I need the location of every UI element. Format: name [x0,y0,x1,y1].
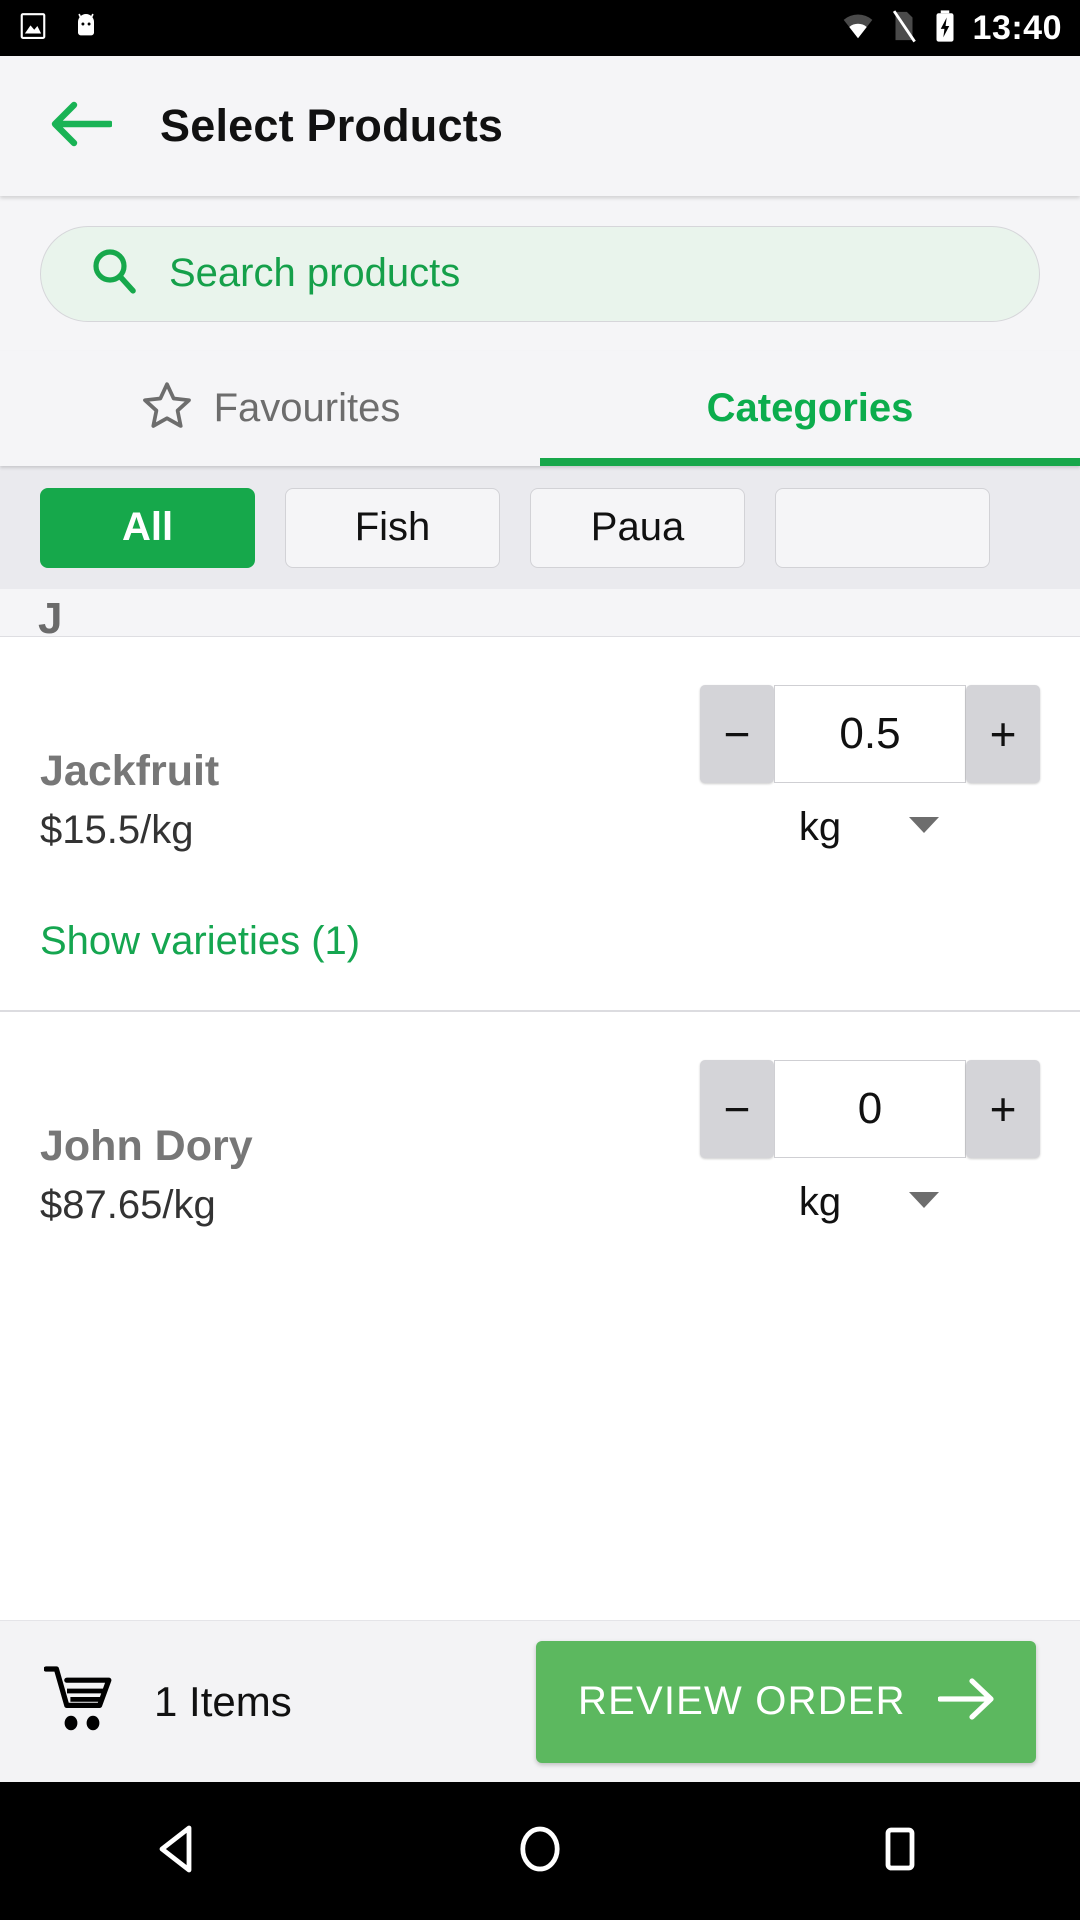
category-chip-partial[interactable] [775,487,990,568]
quantity-stepper: − 0.5 + kg [700,637,1040,850]
increment-button[interactable]: + [966,685,1040,783]
page-title: Select Products [160,100,504,151]
category-chip-paua[interactable]: Paua [530,487,745,568]
chevron-down-icon [907,1189,941,1216]
section-letter: J [38,594,63,637]
chevron-down-icon [907,814,941,841]
cart-item-count: 1 Items [154,1677,292,1725]
increment-button[interactable]: + [966,1060,1040,1159]
tab-favourites-label: Favourites [213,386,401,430]
category-chip-row[interactable]: All Fish Paua [0,466,1080,589]
quantity-value: 0 [857,1084,883,1134]
nav-recents-button[interactable] [840,1801,960,1901]
product-info: Jackfruit $15.5/kg [40,637,510,853]
product-info: John Dory $87.65/kg [40,1012,510,1228]
back-triangle-icon [151,1820,209,1883]
star-outline-icon [140,379,194,438]
status-bar-clock: 13:40 [972,9,1062,47]
list-item[interactable]: John Dory $87.65/kg − 0 + kg [0,1012,1080,1228]
back-arrow-icon [50,99,114,154]
search-icon [89,246,139,301]
back-button[interactable] [44,89,118,163]
android-robot-icon [70,10,102,47]
tab-favourites[interactable]: Favourites [0,351,540,466]
app-screen: 13:40 Select Products Search products Fa… [0,0,1080,1920]
category-chip-all[interactable]: All [40,487,255,568]
review-order-label: REVIEW ORDER [578,1679,906,1723]
unit-selector[interactable]: kg [799,805,941,850]
status-bar-left-icons [18,10,102,47]
tab-bar: Favourites Categories [0,351,1080,466]
status-bar-right-icons: 13:40 [841,9,1062,48]
list-item[interactable]: Jackfruit $15.5/kg − 0.5 + kg Show varie… [0,637,1080,964]
status-bar: 13:40 [0,0,1080,56]
unit-label: kg [798,1180,842,1225]
product-price: $15.5/kg [40,808,194,853]
unit-selector[interactable]: kg [799,1180,941,1225]
wifi-icon [841,11,875,46]
product-list: J Jackfruit $15.5/kg − 0.5 + kg Show var… [0,589,1080,1620]
sim-off-icon [891,9,917,48]
search-area: Search products [0,196,1080,351]
tab-categories[interactable]: Categories [540,351,1080,466]
product-name: John Dory [40,1122,253,1171]
arrow-right-icon [937,1677,994,1726]
product-price: $87.65/kg [40,1183,216,1228]
plus-icon: + [989,708,1017,760]
app-bar: Select Products [0,56,1080,196]
quantity-value: 0.5 [839,709,901,758]
search-input[interactable]: Search products [40,225,1040,322]
decrement-button[interactable]: − [700,685,774,783]
home-circle-icon [513,1822,567,1881]
show-varieties-link[interactable]: Show varieties (1) [40,919,1040,964]
review-order-button[interactable]: REVIEW ORDER [536,1640,1036,1763]
android-nav-bar [0,1782,1080,1920]
bottom-action-bar: 1 Items REVIEW ORDER [0,1620,1080,1782]
quantity-input[interactable]: 0.5 [774,685,966,783]
minus-icon: − [723,708,751,760]
nav-back-button[interactable] [120,1801,240,1901]
product-name: Jackfruit [40,747,220,795]
category-chip-fish[interactable]: Fish [285,487,500,568]
section-header-letter: J [0,589,1080,637]
shopping-cart-icon[interactable] [43,1665,120,1738]
search-placeholder: Search products [169,251,461,295]
recents-square-icon [875,1824,925,1879]
quantity-input[interactable]: 0 [774,1060,966,1159]
quantity-stepper: − 0 + kg [700,1012,1040,1225]
plus-icon: + [989,1083,1017,1136]
battery-charging-icon [933,9,957,48]
image-icon [18,11,48,46]
decrement-button[interactable]: − [700,1060,774,1159]
minus-icon: − [723,1083,751,1136]
tab-categories-label: Categories [706,386,914,430]
nav-home-button[interactable] [480,1801,600,1901]
unit-label: kg [798,805,842,849]
